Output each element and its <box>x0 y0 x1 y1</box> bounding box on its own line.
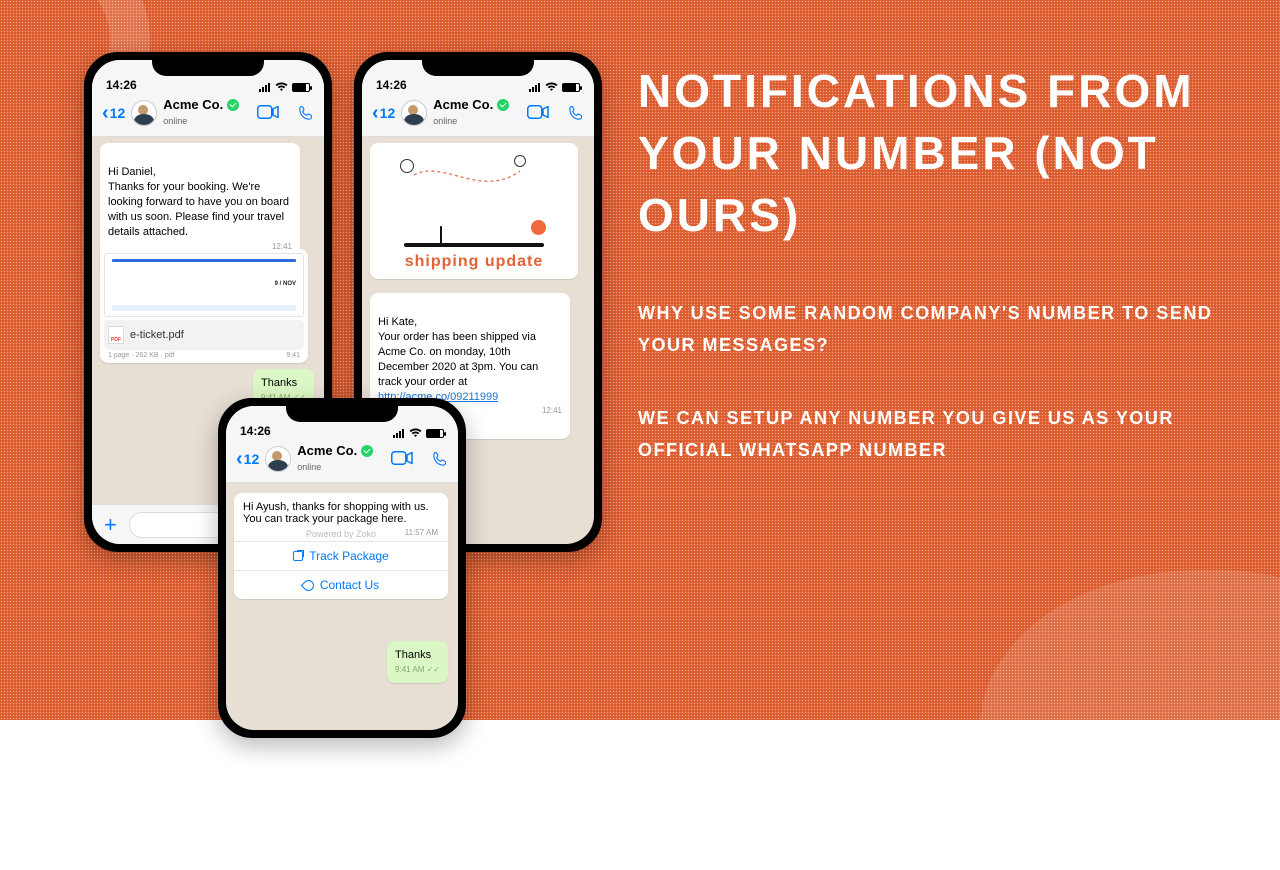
reply-text: Thanks <box>261 377 297 389</box>
unread-badge: 12 <box>380 105 396 121</box>
contact-name: Acme Co. <box>433 98 493 112</box>
outgoing-reply: Thanks 9:41 AM ✓✓ <box>387 641 448 683</box>
action-card: Hi Ayush, thanks for shopping with us. Y… <box>234 493 448 599</box>
contact-us-button[interactable]: Contact Us <box>234 570 448 599</box>
contact-name: Acme Co. <box>297 444 357 458</box>
notch <box>286 400 398 422</box>
signal-icon <box>529 83 541 92</box>
signal-icon <box>259 83 271 92</box>
battery-icon <box>562 83 580 92</box>
marketing-copy: NOTIFICATIONS FROM YOUR NUMBER (NOT OURS… <box>638 60 1240 466</box>
notch <box>422 54 534 76</box>
wifi-icon <box>275 82 288 92</box>
video-call-icon[interactable] <box>527 105 549 119</box>
verified-icon <box>227 99 239 111</box>
track-package-button[interactable]: Track Package <box>234 541 448 570</box>
verified-icon <box>361 445 373 457</box>
voice-call-icon[interactable] <box>431 451 448 468</box>
attach-button[interactable]: + <box>104 512 117 538</box>
file-meta: 1 page · 262 KB · pdf <box>108 352 175 359</box>
clock: 14:26 <box>106 78 137 92</box>
signal-icon <box>393 429 405 438</box>
avatar[interactable] <box>265 446 291 472</box>
pdf-icon: PDF <box>108 326 124 344</box>
clock: 14:26 <box>240 424 271 438</box>
status-icons <box>529 82 580 92</box>
file-name: e-ticket.pdf <box>130 329 184 341</box>
presence: online <box>433 116 457 126</box>
button-label: Contact Us <box>320 578 379 592</box>
presence: online <box>163 116 187 126</box>
button-label: Track Package <box>309 549 389 563</box>
phone-screen: 14:26 ‹12 Acme Co. online <box>226 406 458 730</box>
chat-header: ‹12 Acme Co. online <box>362 94 594 137</box>
avatar[interactable] <box>131 100 157 126</box>
voice-call-icon[interactable] <box>567 105 584 122</box>
doc-preview: 9 / NOV <box>104 253 304 317</box>
decor-blob-bottom-right <box>980 570 1280 870</box>
chat-header: ‹12 Acme Co. online <box>92 94 324 137</box>
reply-text: Thanks <box>395 649 431 661</box>
chat-header: ‹12 Acme Co. online <box>226 440 458 483</box>
unread-badge: 12 <box>244 451 260 467</box>
promo-canvas: NOTIFICATIONS FROM YOUR NUMBER (NOT OURS… <box>0 0 1280 720</box>
battery-icon <box>426 429 444 438</box>
phone-icon <box>301 578 317 594</box>
contact-name: Acme Co. <box>163 98 223 112</box>
file-time: 9:41 <box>286 352 300 359</box>
shipping-title: shipping update <box>378 253 570 271</box>
verified-icon <box>497 99 509 111</box>
headline: NOTIFICATIONS FROM YOUR NUMBER (NOT OURS… <box>638 60 1240 246</box>
subhead-2: WE CAN SETUP ANY NUMBER YOU GIVE US AS Y… <box>638 403 1240 466</box>
message-text: Hi Daniel, Thanks for your booking. We'r… <box>108 166 289 237</box>
external-link-icon <box>293 551 303 561</box>
message-time: 11:57 AM <box>405 528 438 537</box>
video-call-icon[interactable] <box>391 451 413 465</box>
video-call-icon[interactable] <box>257 105 279 119</box>
avatar[interactable] <box>401 100 427 126</box>
ticket-date: 9 / NOV <box>275 281 296 287</box>
phone-mockup-actions: 14:26 ‹12 Acme Co. online <box>218 398 466 738</box>
clock: 14:26 <box>376 78 407 92</box>
back-button[interactable]: ‹12 <box>102 102 125 125</box>
status-icons <box>259 82 310 92</box>
subhead-1: WHY USE SOME RANDOM COMPANY'S NUMBER TO … <box>638 298 1240 361</box>
file-bar: PDF e-ticket.pdf <box>104 320 304 350</box>
chat-body: Hi Ayush, thanks for shopping with us. Y… <box>226 483 458 730</box>
voice-call-icon[interactable] <box>297 105 314 122</box>
message-text: Hi Ayush, thanks for shopping with us. Y… <box>234 493 448 529</box>
reply-time: 9:41 AM ✓✓ <box>395 665 440 676</box>
unread-badge: 12 <box>110 105 126 121</box>
pdf-attachment[interactable]: 9 / NOV PDF e-ticket.pdf 1 page · 262 KB… <box>100 249 308 363</box>
status-icons <box>393 428 444 438</box>
contact-block[interactable]: Acme Co. online <box>433 98 509 128</box>
back-button[interactable]: ‹12 <box>372 102 395 125</box>
battery-icon <box>292 83 310 92</box>
shipping-card: shipping update <box>370 143 578 279</box>
message-text: Hi Kate, Your order has been shipped via… <box>378 316 538 387</box>
phone-cluster: 14:26 ‹12 Acme Co. online <box>0 0 640 720</box>
wifi-icon <box>545 82 558 92</box>
presence: online <box>297 462 321 472</box>
wifi-icon <box>409 428 422 438</box>
back-button[interactable]: ‹12 <box>236 448 259 471</box>
contact-block[interactable]: Acme Co. online <box>297 444 373 474</box>
shipping-illustration <box>378 151 570 247</box>
contact-block[interactable]: Acme Co. online <box>163 98 239 128</box>
notch <box>152 54 264 76</box>
